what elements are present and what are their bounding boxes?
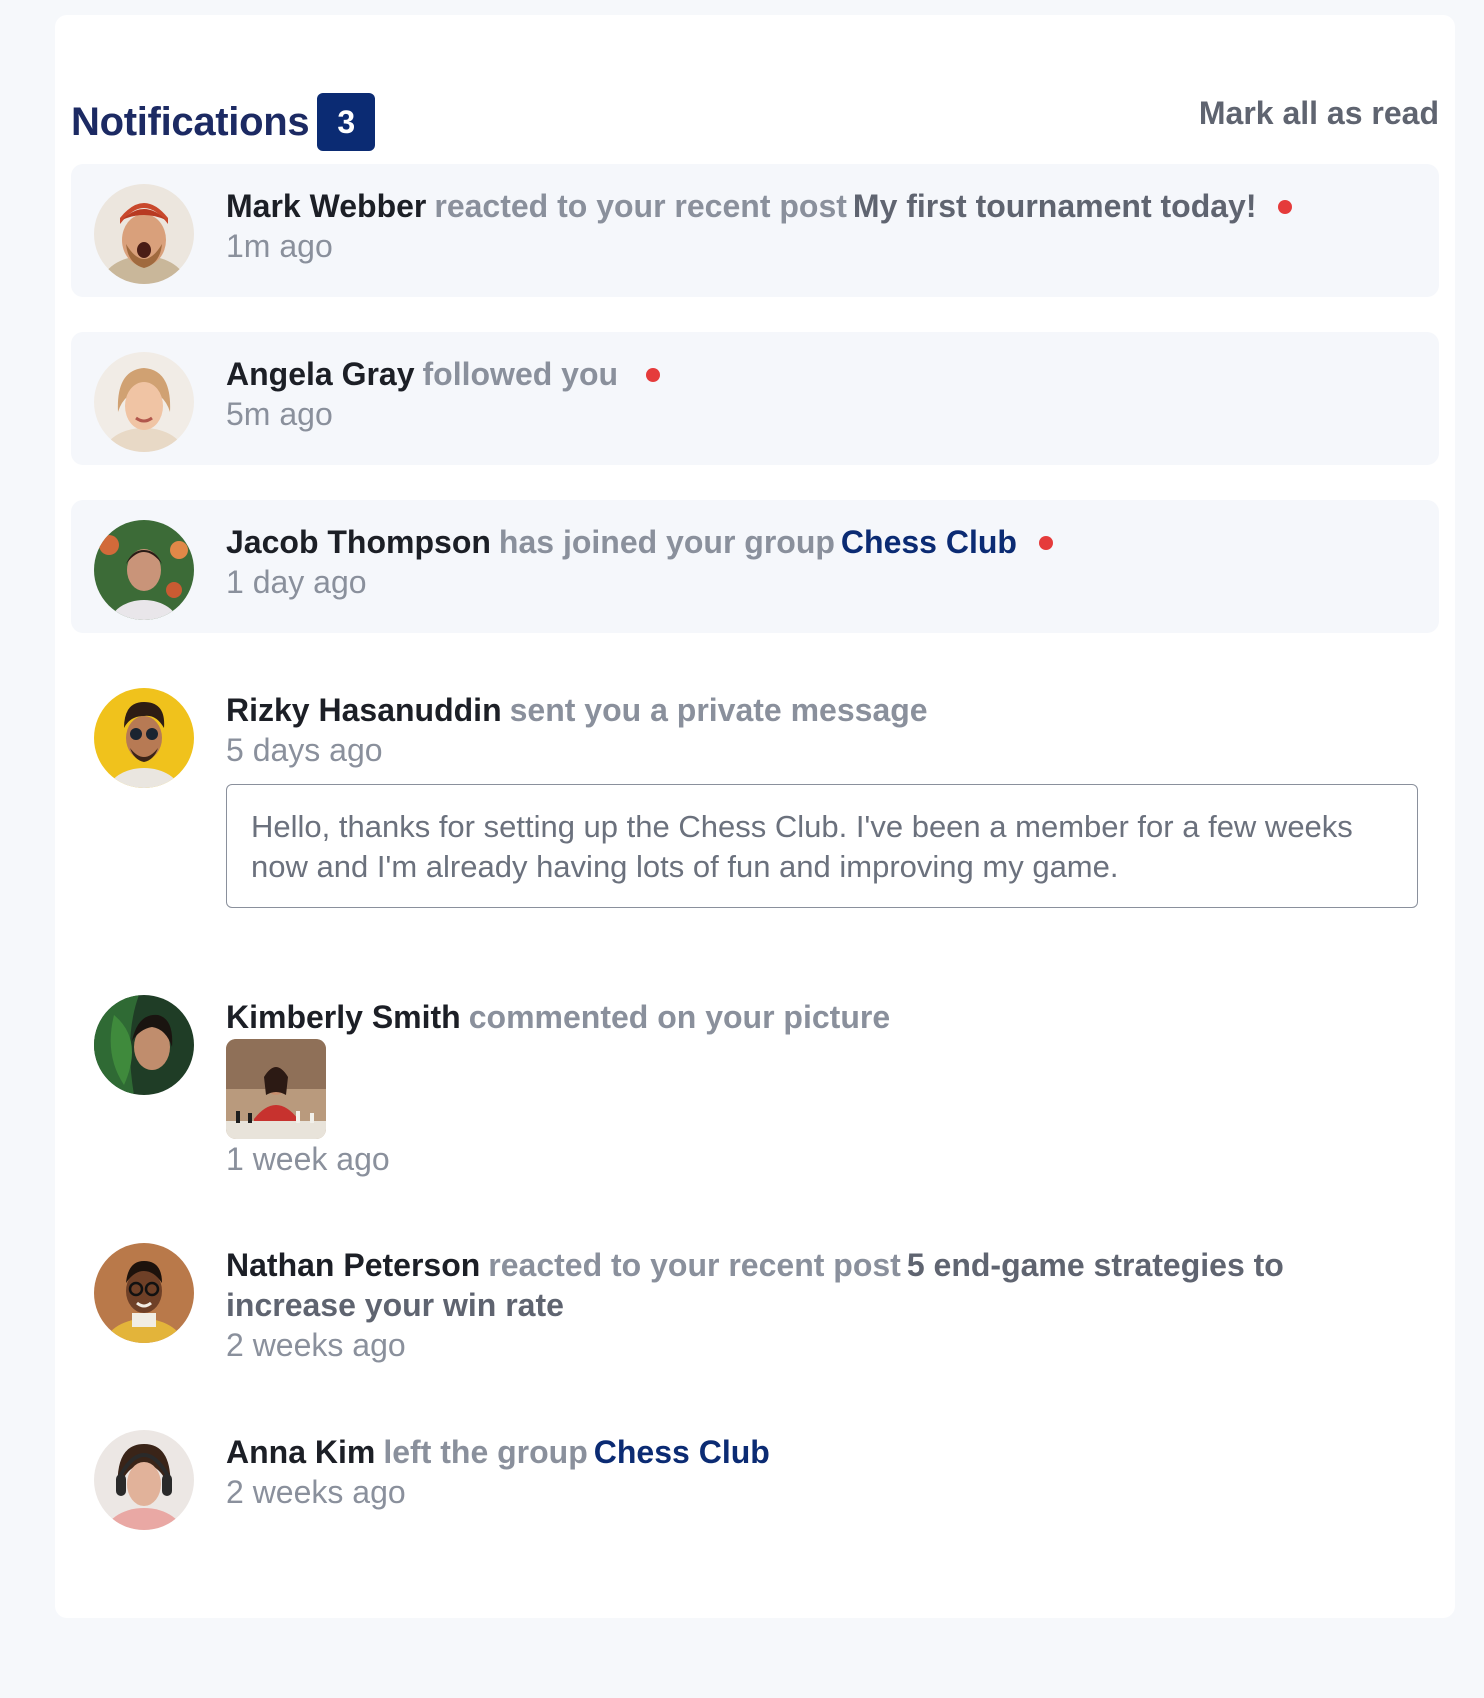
avatar[interactable] [94,1243,194,1343]
unread-dot-icon [646,367,661,382]
notification-content: Mark Webber reacted to your recent post My… [226,186,1419,266]
notification-content: Angela Gray followed you 5m ago [226,354,1419,434]
notification-action: reacted to your recent post [488,1247,901,1283]
avatar[interactable] [94,184,194,284]
notifications-card: Notifications 3 Mark all as read Mark We… [55,15,1455,1618]
unread-count-badge: 3 [317,93,376,151]
notification-item[interactable]: Mark Webber reacted to your recent post My… [71,164,1439,297]
notification-action: reacted to your recent post [434,188,847,224]
user-name[interactable]: Angela Gray [226,356,415,392]
avatar[interactable] [94,995,194,1095]
title-group: Notifications 3 [71,93,376,151]
notification-action: left the group [383,1434,588,1470]
avatar[interactable] [94,1430,194,1530]
notification-content: Jacob Thompson has joined your group Chess… [226,522,1419,602]
avatar[interactable] [94,520,194,620]
notification-item[interactable]: Kimberly Smith commented on your picture … [71,975,1439,1177]
commented-picture-thumbnail[interactable] [226,1039,326,1139]
unread-dot-icon [1278,199,1293,214]
notification-item[interactable]: Nathan Peterson reacted to your recent po… [71,1223,1439,1383]
notification-action: sent you a private message [509,692,928,728]
notification-item[interactable]: Jacob Thompson has joined your group Chess… [71,500,1439,633]
private-message-preview[interactable]: Hello, thanks for setting up the Chess C… [226,784,1418,908]
group-link[interactable]: Chess Club [841,524,1017,560]
notification-content: Anna Kim left the group Chess Club 2 weeks… [226,1432,1419,1512]
timestamp: 1m ago [226,228,333,264]
notification-content: Kimberly Smith commented on your picture … [226,997,1419,1179]
post-link[interactable]: My first tournament today! [853,188,1257,224]
page-title: Notifications [71,99,310,144]
notifications-header: Notifications 3 Mark all as read [71,75,1439,151]
notification-item[interactable]: Angela Gray followed you 5m ago [71,332,1439,465]
notification-item[interactable]: Anna Kim left the group Chess Club 2 weeks… [71,1410,1439,1540]
user-name[interactable]: Nathan Peterson [226,1247,480,1283]
timestamp: 2 weeks ago [226,1327,406,1363]
timestamp: 1 week ago [226,1141,390,1177]
group-link[interactable]: Chess Club [594,1434,770,1470]
timestamp: 2 weeks ago [226,1474,406,1510]
timestamp: 5 days ago [226,732,383,768]
notification-content: Nathan Peterson reacted to your recent po… [226,1245,1419,1365]
user-name[interactable]: Anna Kim [226,1434,375,1470]
avatar[interactable] [94,352,194,452]
user-name[interactable]: Jacob Thompson [226,524,491,560]
timestamp: 5m ago [226,396,333,432]
notification-action: followed you [422,356,619,392]
user-name[interactable]: Rizky Hasanuddin [226,692,502,728]
notification-action: has joined your group [498,524,835,560]
avatar[interactable] [94,688,194,788]
notification-action: commented on your picture [468,999,891,1035]
unread-dot-icon [1038,535,1053,550]
notification-content: Rizky Hasanuddin sent you a private messa… [226,690,1419,908]
notification-item[interactable]: Rizky Hasanuddin sent you a private messa… [71,668,1439,948]
user-name[interactable]: Kimberly Smith [226,999,461,1035]
mark-all-read-button[interactable]: Mark all as read [1199,95,1439,132]
user-name[interactable]: Mark Webber [226,188,426,224]
timestamp: 1 day ago [226,564,367,600]
